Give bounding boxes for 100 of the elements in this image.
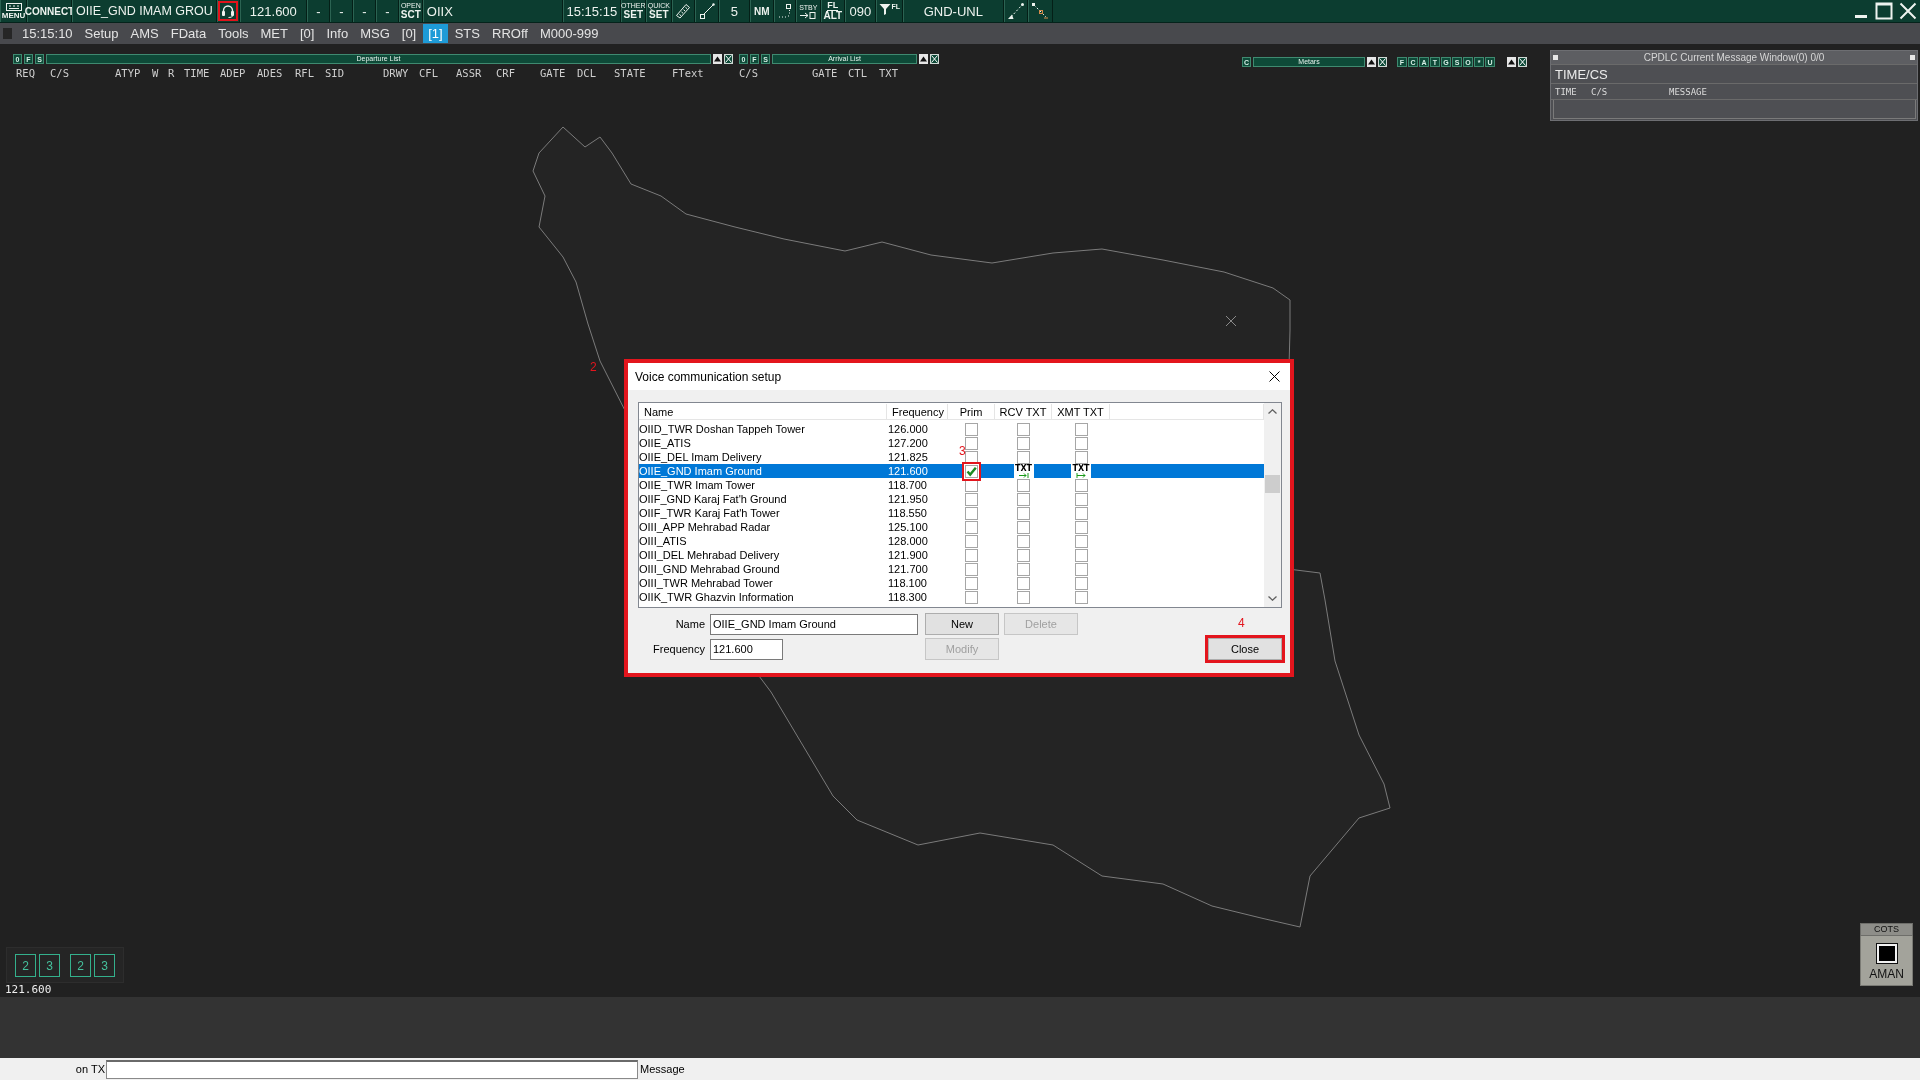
dialog-button[interactable]: New <box>925 613 999 635</box>
chevron-down-icon[interactable] <box>1268 596 1277 601</box>
frequency-input[interactable]: 121.600 <box>710 638 783 660</box>
sector-button[interactable]: 2 <box>15 954 36 977</box>
menu-item[interactable]: Tools <box>213 24 254 43</box>
slot-button[interactable]: - <box>352 0 376 22</box>
checkbox[interactable] <box>1074 562 1088 576</box>
measure-button[interactable] <box>1003 0 1028 22</box>
column-header[interactable]: DCL <box>577 67 614 79</box>
checkbox[interactable] <box>1017 436 1030 450</box>
dialog-button[interactable]: Close <box>1208 638 1282 660</box>
column-header[interactable]: ASSR <box>456 67 496 79</box>
message-input[interactable] <box>106 1059 638 1079</box>
column-header[interactable]: REQ <box>16 67 50 79</box>
level-button[interactable]: 090 <box>844 0 876 22</box>
column-header[interactable]: R <box>168 67 184 79</box>
triangle-icon[interactable] <box>713 54 722 64</box>
column-header[interactable]: CFL <box>419 67 456 79</box>
checkbox[interactable] <box>1017 520 1030 534</box>
scrollbar-thumb[interactable] <box>1265 475 1280 493</box>
checkbox[interactable] <box>1017 478 1030 492</box>
handle-icon[interactable] <box>3 28 12 39</box>
column-header[interactable]: MESSAGE <box>1669 86 1789 97</box>
checkbox[interactable] <box>1074 520 1088 534</box>
checkbox[interactable] <box>1074 450 1088 464</box>
column-header[interactable]: CRF <box>496 67 540 79</box>
menu-item[interactable]: AMS <box>125 24 164 43</box>
column-header[interactable]: CTL <box>848 67 879 79</box>
menu-item[interactable]: MSG <box>355 24 395 43</box>
menu-item[interactable]: STS <box>449 24 485 43</box>
slot-button[interactable]: - <box>306 0 330 22</box>
column-header[interactable]: Prim <box>948 404 995 419</box>
checkbox[interactable] <box>1074 506 1088 520</box>
checkbox[interactable] <box>1074 576 1088 590</box>
checkbox[interactable] <box>1017 590 1030 604</box>
column-header[interactable]: Frequency <box>887 404 948 419</box>
checkbox[interactable] <box>1017 562 1030 576</box>
menu-item[interactable]: MET <box>255 24 293 43</box>
column-header[interactable]: ATYP <box>115 67 152 79</box>
column-header[interactable]: XMT TXT <box>1052 404 1110 419</box>
menu-item[interactable]: M000-999 <box>534 24 604 43</box>
range-button[interactable]: 5 <box>718 0 750 22</box>
line-tool-button[interactable] <box>694 0 719 22</box>
checkbox[interactable] <box>965 436 978 450</box>
checkbox[interactable] <box>965 506 978 520</box>
column-header[interactable]: TXT <box>879 67 909 79</box>
checkbox[interactable] <box>965 562 978 576</box>
close-icon[interactable] <box>1269 371 1280 382</box>
triangle-icon[interactable] <box>1507 57 1516 67</box>
checkbox[interactable] <box>1074 436 1088 450</box>
ruler-button[interactable] <box>671 0 695 22</box>
checkbox[interactable] <box>1017 576 1030 590</box>
checkbox[interactable] <box>965 450 978 464</box>
checkbox[interactable] <box>1074 492 1088 506</box>
level-mode-button[interactable]: FL ALT <box>820 0 845 22</box>
column-header[interactable]: C/S <box>50 67 115 79</box>
column-header[interactable]: C/S <box>739 67 812 79</box>
checkbox[interactable] <box>965 548 978 562</box>
column-header[interactable]: C/S <box>1591 86 1669 97</box>
menu-item[interactable]: [0] <box>396 24 422 43</box>
column-header[interactable]: RCV TXT <box>995 404 1052 419</box>
checkbox[interactable] <box>1017 422 1030 436</box>
menu-item[interactable]: FData <box>165 24 212 43</box>
column-header[interactable]: W <box>152 67 168 79</box>
checkbox[interactable] <box>1017 506 1030 520</box>
checkbox[interactable] <box>965 590 978 604</box>
checkbox[interactable] <box>1074 422 1088 436</box>
column-header[interactable]: ADES <box>257 67 295 79</box>
column-header[interactable]: FText <box>672 67 712 79</box>
dots-button[interactable] <box>773 0 796 22</box>
column-header[interactable]: GATE <box>540 67 577 79</box>
checkbox[interactable] <box>965 534 978 548</box>
triangle-icon[interactable] <box>1367 57 1376 67</box>
checkbox[interactable] <box>965 492 978 506</box>
menu-item[interactable]: RROff <box>487 24 533 43</box>
slot-button[interactable]: - <box>375 0 399 22</box>
column-header[interactable]: TIME <box>1555 86 1591 97</box>
column-header[interactable]: DRWY <box>383 67 419 79</box>
maximize-icon[interactable] <box>1875 2 1893 20</box>
checkbox[interactable] <box>965 520 978 534</box>
column-header[interactable]: ADEP <box>220 67 257 79</box>
column-header[interactable]: SID <box>325 67 383 79</box>
slot-button[interactable]: - <box>329 0 353 22</box>
column-header[interactable]: STATE <box>614 67 672 79</box>
checkbox[interactable] <box>1017 450 1030 464</box>
name-input[interactable]: OIIE_GND Imam Ground <box>710 613 918 635</box>
sector-button[interactable]: 3 <box>94 954 115 977</box>
triangle-icon[interactable] <box>919 54 928 64</box>
sector-button[interactable]: 2 <box>70 954 91 977</box>
checkbox[interactable] <box>1074 534 1088 548</box>
column-header[interactable]: RFL <box>295 67 325 79</box>
checkbox[interactable] <box>1074 590 1088 604</box>
checkbox[interactable] <box>1074 548 1088 562</box>
checkbox[interactable] <box>965 422 978 436</box>
measure-button[interactable] <box>1027 0 1053 22</box>
checkbox[interactable] <box>965 576 978 590</box>
menu-item[interactable]: [0] <box>295 24 320 43</box>
aman-button[interactable]: AMAN <box>1860 936 1913 986</box>
mode-button[interactable]: GND-UNL <box>902 0 1004 22</box>
checkbox[interactable] <box>1074 478 1088 492</box>
